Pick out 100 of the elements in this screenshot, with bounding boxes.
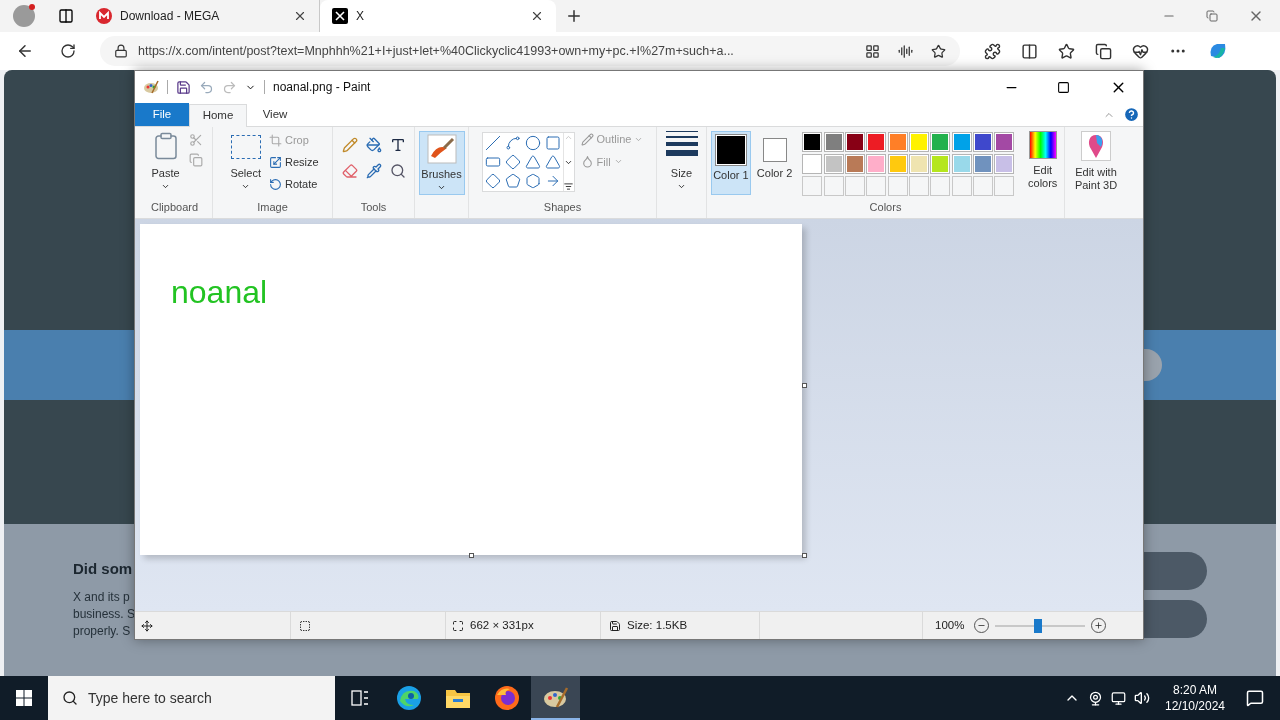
ribbon-tab[interactable]: View [247, 103, 303, 126]
palette-color[interactable] [972, 132, 993, 152]
profile-avatar[interactable] [13, 5, 35, 27]
color-slot-button[interactable]: Color 2 [754, 131, 795, 195]
text-tool-icon[interactable] [389, 137, 406, 153]
close-tab-icon[interactable] [293, 9, 307, 23]
taskbar-app-button[interactable] [531, 676, 580, 720]
extensions-icon[interactable] [984, 42, 1001, 60]
resize-handle[interactable] [802, 553, 807, 558]
palette-color[interactable] [994, 132, 1015, 152]
collections-icon[interactable] [1095, 42, 1112, 60]
search-icon [62, 690, 78, 706]
size-button[interactable]: Size [665, 131, 698, 191]
zoom-slider-thumb[interactable] [1033, 618, 1042, 633]
taskbar-search-field[interactable]: Type here to search [48, 676, 335, 720]
resize-handle[interactable] [469, 553, 474, 558]
page-button[interactable] [1144, 600, 1207, 638]
magnifier-icon[interactable] [389, 163, 406, 179]
rounded-rectangle-icon[interactable] [484, 154, 501, 170]
palette-color[interactable] [866, 132, 887, 152]
palette-color[interactable] [887, 132, 908, 152]
resize-handle[interactable] [802, 383, 807, 388]
custom-color-slot[interactable] [802, 176, 823, 196]
diamond-icon[interactable] [484, 173, 501, 189]
reload-icon[interactable] [60, 43, 76, 59]
select-button[interactable]: Select [226, 131, 265, 191]
line-icon[interactable] [484, 135, 501, 151]
custom-color-slot[interactable] [972, 176, 993, 196]
file-menu-tab[interactable]: File [135, 103, 189, 126]
palette-color[interactable] [930, 132, 951, 152]
zoom-level: 100% [935, 617, 965, 633]
rectangle-icon[interactable] [544, 135, 561, 151]
palette-color[interactable] [951, 132, 972, 152]
custom-color-slot[interactable] [823, 176, 844, 196]
folder-icon [444, 687, 471, 709]
palette-color[interactable] [908, 154, 929, 174]
paint-3d-button[interactable]: Edit with Paint 3D [1066, 131, 1126, 192]
palette-color[interactable] [908, 132, 929, 152]
webcam-icon[interactable] [1088, 690, 1103, 706]
curve-icon[interactable] [504, 135, 521, 151]
custom-color-slot[interactable] [845, 176, 866, 196]
volume-icon[interactable] [1134, 690, 1150, 706]
help-icon[interactable] [1123, 106, 1140, 123]
split-screen-icon[interactable] [1021, 42, 1038, 60]
paint-app-icon [143, 79, 159, 95]
palette-color[interactable] [887, 154, 908, 174]
maximize-icon[interactable] [1057, 80, 1070, 94]
palette-color[interactable] [930, 154, 951, 174]
ribbon-tab[interactable]: Home [189, 104, 247, 127]
zoom-slider[interactable] [995, 618, 1086, 633]
network-icon[interactable] [1111, 690, 1126, 706]
palette-color[interactable] [802, 132, 823, 152]
palette-color[interactable] [845, 132, 866, 152]
color-slot-button[interactable]: Color 1 [711, 131, 751, 195]
favorites-icon[interactable] [1058, 42, 1075, 60]
restore-icon[interactable] [1206, 10, 1218, 22]
hexagon-icon[interactable] [524, 173, 541, 189]
notifications-icon[interactable] [1246, 689, 1264, 707]
pentagon-icon[interactable] [504, 173, 521, 189]
custom-color-slot[interactable] [866, 176, 887, 196]
brush-icon [426, 134, 457, 164]
image-tool-button[interactable]: Resize [268, 153, 319, 171]
triangle-icon[interactable] [524, 154, 541, 170]
address-bar[interactable]: https://x.com/intent/post?text=Mnphhh%21+I+just+let+%40Clickyclic41993+own+my+pc.+I%27m+such+a... [100, 36, 960, 66]
image-tool-button[interactable]: Rotate [268, 175, 319, 193]
oval-icon[interactable] [524, 135, 541, 151]
clock[interactable]: 8:20 AM 12/10/2024 [1160, 682, 1230, 714]
new-tab-icon[interactable] [565, 7, 583, 25]
app-icon[interactable] [865, 43, 880, 59]
browser-tab[interactable]: X [320, 0, 556, 32]
palette-color[interactable] [994, 154, 1015, 174]
close-tab-icon[interactable] [530, 9, 544, 23]
page-button[interactable] [1144, 552, 1207, 590]
eraser-icon[interactable] [341, 163, 358, 179]
save-icon[interactable] [176, 79, 191, 95]
custom-color-slot[interactable] [994, 176, 1015, 196]
color-picker-icon[interactable] [365, 163, 382, 179]
custom-color-slot[interactable] [908, 176, 929, 196]
pencil-icon[interactable] [341, 137, 358, 153]
palette-color[interactable] [972, 154, 993, 174]
favorite-icon[interactable] [931, 43, 946, 59]
paint-3d-icon [1081, 131, 1111, 161]
read-aloud-icon[interactable] [898, 43, 913, 59]
resize-icon [268, 155, 282, 169]
brushes-button[interactable]: Brushes [418, 131, 465, 195]
browser-essentials-icon[interactable] [1132, 42, 1149, 60]
edit-colors-button[interactable]: Edit colors [1021, 131, 1064, 190]
palette-color[interactable] [866, 154, 887, 174]
palette-color[interactable] [845, 154, 866, 174]
palette-color[interactable] [823, 132, 844, 152]
tab-actions-icon[interactable] [58, 8, 74, 24]
palette-color[interactable] [802, 154, 823, 174]
back-icon[interactable] [16, 42, 34, 60]
palette-color[interactable] [823, 154, 844, 174]
paste-button[interactable]: Paste [146, 131, 185, 191]
fill-bucket-icon[interactable] [365, 137, 382, 153]
custom-color-slot[interactable] [930, 176, 951, 196]
palette-color[interactable] [951, 154, 972, 174]
custom-color-slot[interactable] [951, 176, 972, 196]
custom-color-slot[interactable] [887, 176, 908, 196]
